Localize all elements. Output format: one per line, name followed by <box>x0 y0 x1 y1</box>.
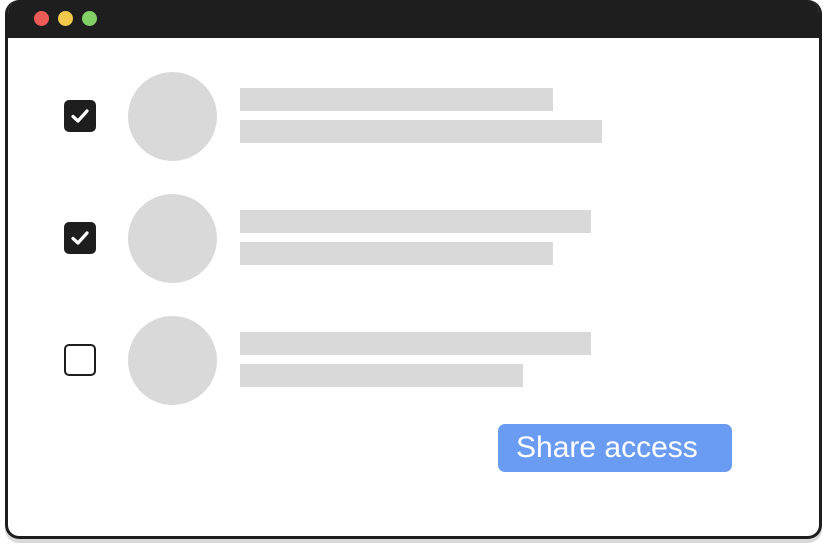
name-placeholder-line <box>240 88 553 111</box>
user-list-item <box>8 315 819 405</box>
avatar-placeholder <box>128 316 217 405</box>
maximize-window-button[interactable] <box>82 11 97 26</box>
window-titlebar <box>8 0 819 38</box>
app-window: Share access <box>5 0 822 539</box>
checkmark-icon <box>71 109 89 123</box>
user-select-checkbox[interactable] <box>64 344 96 376</box>
detail-placeholder-line <box>240 120 602 143</box>
user-list-item <box>8 193 819 283</box>
avatar-placeholder <box>128 72 217 161</box>
avatar-placeholder <box>128 194 217 283</box>
name-placeholder-line <box>240 332 591 355</box>
user-list-item <box>8 71 819 161</box>
close-window-button[interactable] <box>34 11 49 26</box>
name-placeholder-line <box>240 210 591 233</box>
user-select-checkbox[interactable] <box>64 100 96 132</box>
minimize-window-button[interactable] <box>58 11 73 26</box>
checkmark-icon <box>71 231 89 245</box>
share-access-button[interactable]: Share access <box>498 424 732 472</box>
detail-placeholder-line <box>240 242 553 265</box>
user-select-checkbox[interactable] <box>64 222 96 254</box>
detail-placeholder-line <box>240 364 523 387</box>
